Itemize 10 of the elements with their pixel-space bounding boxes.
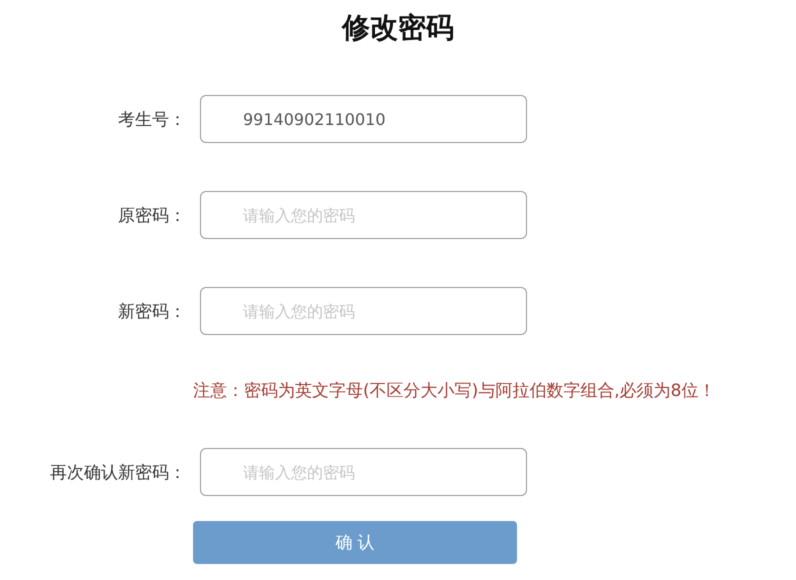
input-field[interactable]: 99140902110010 xyxy=(200,95,527,143)
password-rule-note: 注意：密码为英文字母(不区分大小写)与阿拉伯数字组合,必须为8位！ xyxy=(193,380,716,403)
field-label: 考生号： xyxy=(117,108,186,130)
input-field[interactable]: 请输入您的密码 xyxy=(200,448,527,496)
page-title: 修改密码 xyxy=(340,10,455,46)
input-field[interactable]: 请输入您的密码 xyxy=(200,191,527,239)
field-label: 新密码： xyxy=(117,300,186,322)
input-field[interactable]: 请输入您的密码 xyxy=(200,287,527,335)
field-label: 再次确认新密码： xyxy=(49,462,186,484)
field-label: 原密码： xyxy=(117,204,186,226)
